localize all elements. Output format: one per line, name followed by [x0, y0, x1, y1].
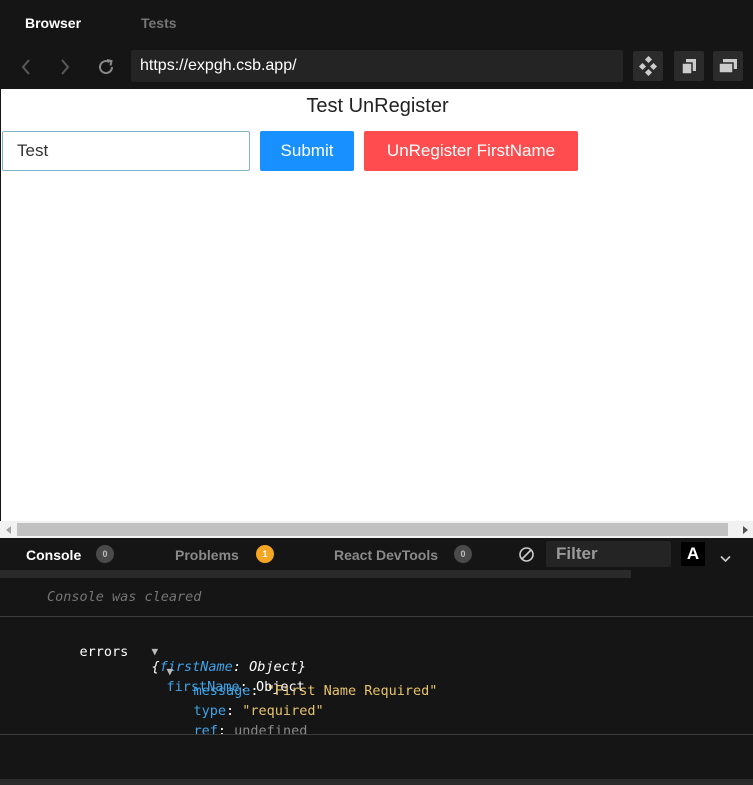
- page-title: Test UnRegister: [306, 95, 449, 117]
- codesandbox-button[interactable]: [633, 51, 663, 81]
- tab-console[interactable]: Console: [26, 547, 81, 563]
- refresh-button[interactable]: [93, 54, 119, 80]
- scroll-right-arrow[interactable]: [736, 521, 753, 538]
- copy-button[interactable]: [674, 51, 704, 81]
- chevron-left-icon: [21, 59, 30, 75]
- triangle-left-icon: [5, 525, 11, 534]
- first-name-input[interactable]: [2, 131, 250, 171]
- problems-count-badge: 1: [256, 545, 274, 563]
- react-count-badge: 0: [454, 545, 472, 563]
- top-tab-bar: Browser Tests: [0, 0, 753, 45]
- tab-problems[interactable]: Problems: [175, 547, 239, 563]
- devtools-tab-bar: Console 0 Problems 1 React DevTools 0 Fi…: [0, 538, 753, 570]
- filter-input[interactable]: Filter: [546, 541, 671, 567]
- log-divider: [0, 616, 753, 617]
- tab-react-devtools[interactable]: React DevTools: [334, 547, 438, 563]
- console-bottom-strip: [0, 779, 753, 785]
- diamond-grid-icon: [638, 56, 658, 76]
- block-icon: [519, 547, 534, 562]
- preview-pane: Test UnRegister Submit UnRegister FirstN…: [0, 89, 753, 521]
- chevron-right-icon: [61, 59, 70, 75]
- address-bar-row: https://expgh.csb.app/: [0, 45, 753, 89]
- open-window-button[interactable]: [713, 51, 743, 81]
- font-toggle-button[interactable]: A: [681, 542, 705, 566]
- url-field[interactable]: https://expgh.csb.app/: [131, 50, 623, 82]
- unregister-button[interactable]: UnRegister FirstName: [364, 131, 578, 171]
- submit-button[interactable]: Submit: [260, 131, 354, 171]
- chevron-down-icon: [720, 555, 731, 563]
- console-output: Console was cleared errors ▼ {firstName:…: [0, 570, 753, 785]
- forward-button[interactable]: [52, 54, 78, 80]
- refresh-icon: [99, 59, 114, 75]
- console-scrollbar[interactable]: [0, 570, 631, 578]
- collapse-button[interactable]: [720, 550, 731, 568]
- horizontal-scrollbar[interactable]: [0, 521, 753, 538]
- tab-browser[interactable]: Browser: [25, 15, 81, 31]
- scrollbar-thumb[interactable]: [17, 523, 728, 536]
- scroll-left-arrow[interactable]: [0, 521, 17, 538]
- input-divider: [0, 734, 753, 735]
- log-ref-row: ref: undefined: [193, 723, 308, 739]
- clear-console-button[interactable]: [518, 546, 535, 568]
- triangle-right-icon: [742, 525, 748, 534]
- window-icon: [718, 59, 737, 74]
- back-button[interactable]: [13, 54, 39, 80]
- console-cleared-message: Console was cleared: [47, 589, 202, 605]
- tab-tests[interactable]: Tests: [141, 15, 177, 31]
- console-count-badge: 0: [96, 545, 114, 563]
- log-label: errors: [79, 644, 129, 660]
- copy-icon: [681, 59, 696, 75]
